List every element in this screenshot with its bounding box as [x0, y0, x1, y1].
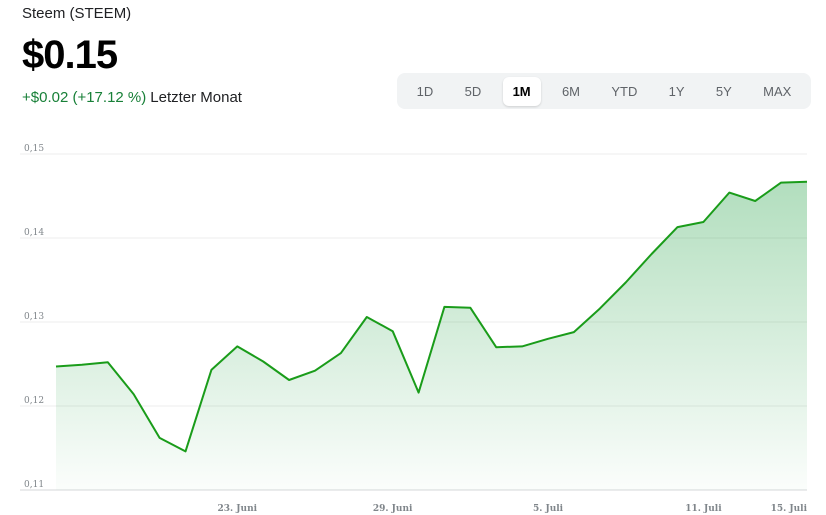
data-point[interactable]: [181, 447, 189, 455]
data-point[interactable]: [777, 179, 785, 187]
price-area: [56, 181, 807, 490]
y-tick-label: 0,11: [24, 480, 44, 490]
y-tick-label: 0,14: [24, 228, 44, 238]
data-point[interactable]: [363, 313, 371, 321]
data-point[interactable]: [492, 343, 500, 351]
x-tick-label: 15. Juli: [771, 504, 808, 514]
data-point[interactable]: [78, 361, 86, 369]
y-tick-label: 0,15: [24, 144, 44, 154]
data-point[interactable]: [466, 304, 474, 312]
data-point[interactable]: [285, 376, 293, 384]
data-point[interactable]: [207, 366, 215, 374]
y-tick-label: 0,12: [24, 396, 44, 406]
data-point[interactable]: [544, 335, 552, 343]
data-point[interactable]: [751, 197, 759, 205]
data-point[interactable]: [699, 218, 707, 226]
price-chart: 0,11 0,12 0,13 0,14 0,15 23. Juni 29. Juni 5. J…: [20, 144, 811, 514]
data-point[interactable]: [259, 357, 267, 365]
data-point[interactable]: [622, 279, 630, 287]
x-tick-label: 5. Juli: [533, 504, 564, 514]
data-point[interactable]: [518, 342, 526, 350]
x-tick-label: 11. Juli: [685, 504, 722, 514]
data-point[interactable]: [156, 434, 164, 442]
data-point[interactable]: [725, 189, 733, 197]
data-point[interactable]: [440, 303, 448, 311]
y-tick-label: 0,13: [24, 312, 44, 322]
x-tick-label: 23. Juni: [217, 504, 257, 514]
data-point[interactable]: [674, 223, 682, 231]
data-point[interactable]: [311, 367, 319, 375]
data-point[interactable]: [389, 327, 397, 335]
data-point[interactable]: [803, 178, 811, 186]
x-tick-label: 29. Juni: [373, 504, 413, 514]
data-point[interactable]: [52, 363, 60, 371]
data-point[interactable]: [648, 250, 656, 258]
data-point[interactable]: [130, 390, 138, 398]
data-point[interactable]: [570, 328, 578, 336]
data-point[interactable]: [415, 389, 423, 397]
data-point[interactable]: [337, 349, 345, 357]
data-point[interactable]: [233, 342, 241, 350]
data-point[interactable]: [596, 305, 604, 313]
data-point[interactable]: [104, 358, 112, 366]
